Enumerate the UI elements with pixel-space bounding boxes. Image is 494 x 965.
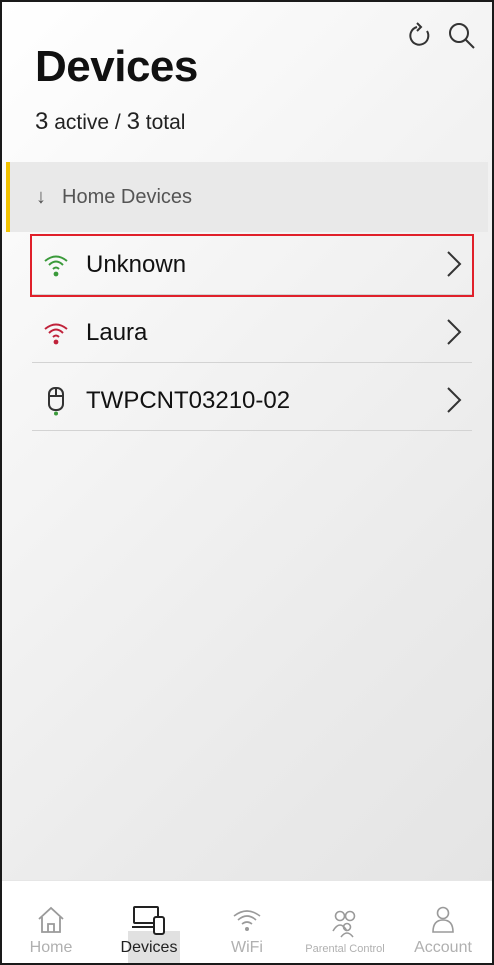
wifi-icon xyxy=(232,903,262,937)
chevron-right-icon xyxy=(446,250,462,283)
parental-control-icon xyxy=(329,907,361,941)
search-icon[interactable] xyxy=(446,20,478,52)
tab-label: Account xyxy=(414,939,472,956)
account-icon xyxy=(430,903,456,937)
top-actions xyxy=(404,20,478,52)
device-name: Unknown xyxy=(86,251,187,278)
device-name: TWPCNT03210-02 xyxy=(86,387,291,414)
app-screen: Devices 3 active / 3 total ↓ Home Device… xyxy=(0,0,494,965)
section-home-devices[interactable]: ↓ Home Devices xyxy=(6,162,488,232)
mouse-icon xyxy=(42,386,70,416)
tab-label: Parental Control xyxy=(305,943,385,955)
device-row-twpcnt[interactable]: TWPCNT03210-02 xyxy=(32,372,472,431)
tab-home[interactable]: Home xyxy=(2,881,100,963)
chevron-right-icon xyxy=(446,386,462,419)
device-row-unknown[interactable]: Unknown xyxy=(30,234,474,297)
tab-devices[interactable]: Devices xyxy=(100,881,198,963)
wifi-icon xyxy=(42,250,70,280)
total-count: 3 xyxy=(126,108,140,135)
section-label: Home Devices xyxy=(62,185,193,208)
tab-account[interactable]: Account xyxy=(394,881,492,963)
page-title: Devices xyxy=(35,42,198,91)
devices-icon xyxy=(131,903,167,937)
home-icon xyxy=(36,903,66,937)
tab-label: Devices xyxy=(120,939,178,956)
arrow-down-icon: ↓ xyxy=(36,185,46,208)
device-row-laura[interactable]: Laura xyxy=(32,304,472,363)
refresh-icon[interactable] xyxy=(404,20,436,52)
device-list: Unknown Laura TWPCNT03210-02 xyxy=(30,234,474,440)
tab-parental-control[interactable]: Parental Control xyxy=(296,881,394,963)
device-name: Laura xyxy=(86,319,148,346)
chevron-right-icon xyxy=(446,318,462,351)
active-label: active / xyxy=(54,111,121,134)
wifi-icon xyxy=(42,318,70,348)
active-count: 3 xyxy=(35,108,49,135)
tab-wifi[interactable]: WiFi xyxy=(198,881,296,963)
tab-label: Home xyxy=(29,939,73,956)
total-label: total xyxy=(145,111,186,134)
tab-label: WiFi xyxy=(231,939,263,956)
device-summary: 3 active / 3 total xyxy=(35,108,185,136)
bottom-tab-bar: Home Devices WiFi Parental Control Accou… xyxy=(2,880,492,963)
